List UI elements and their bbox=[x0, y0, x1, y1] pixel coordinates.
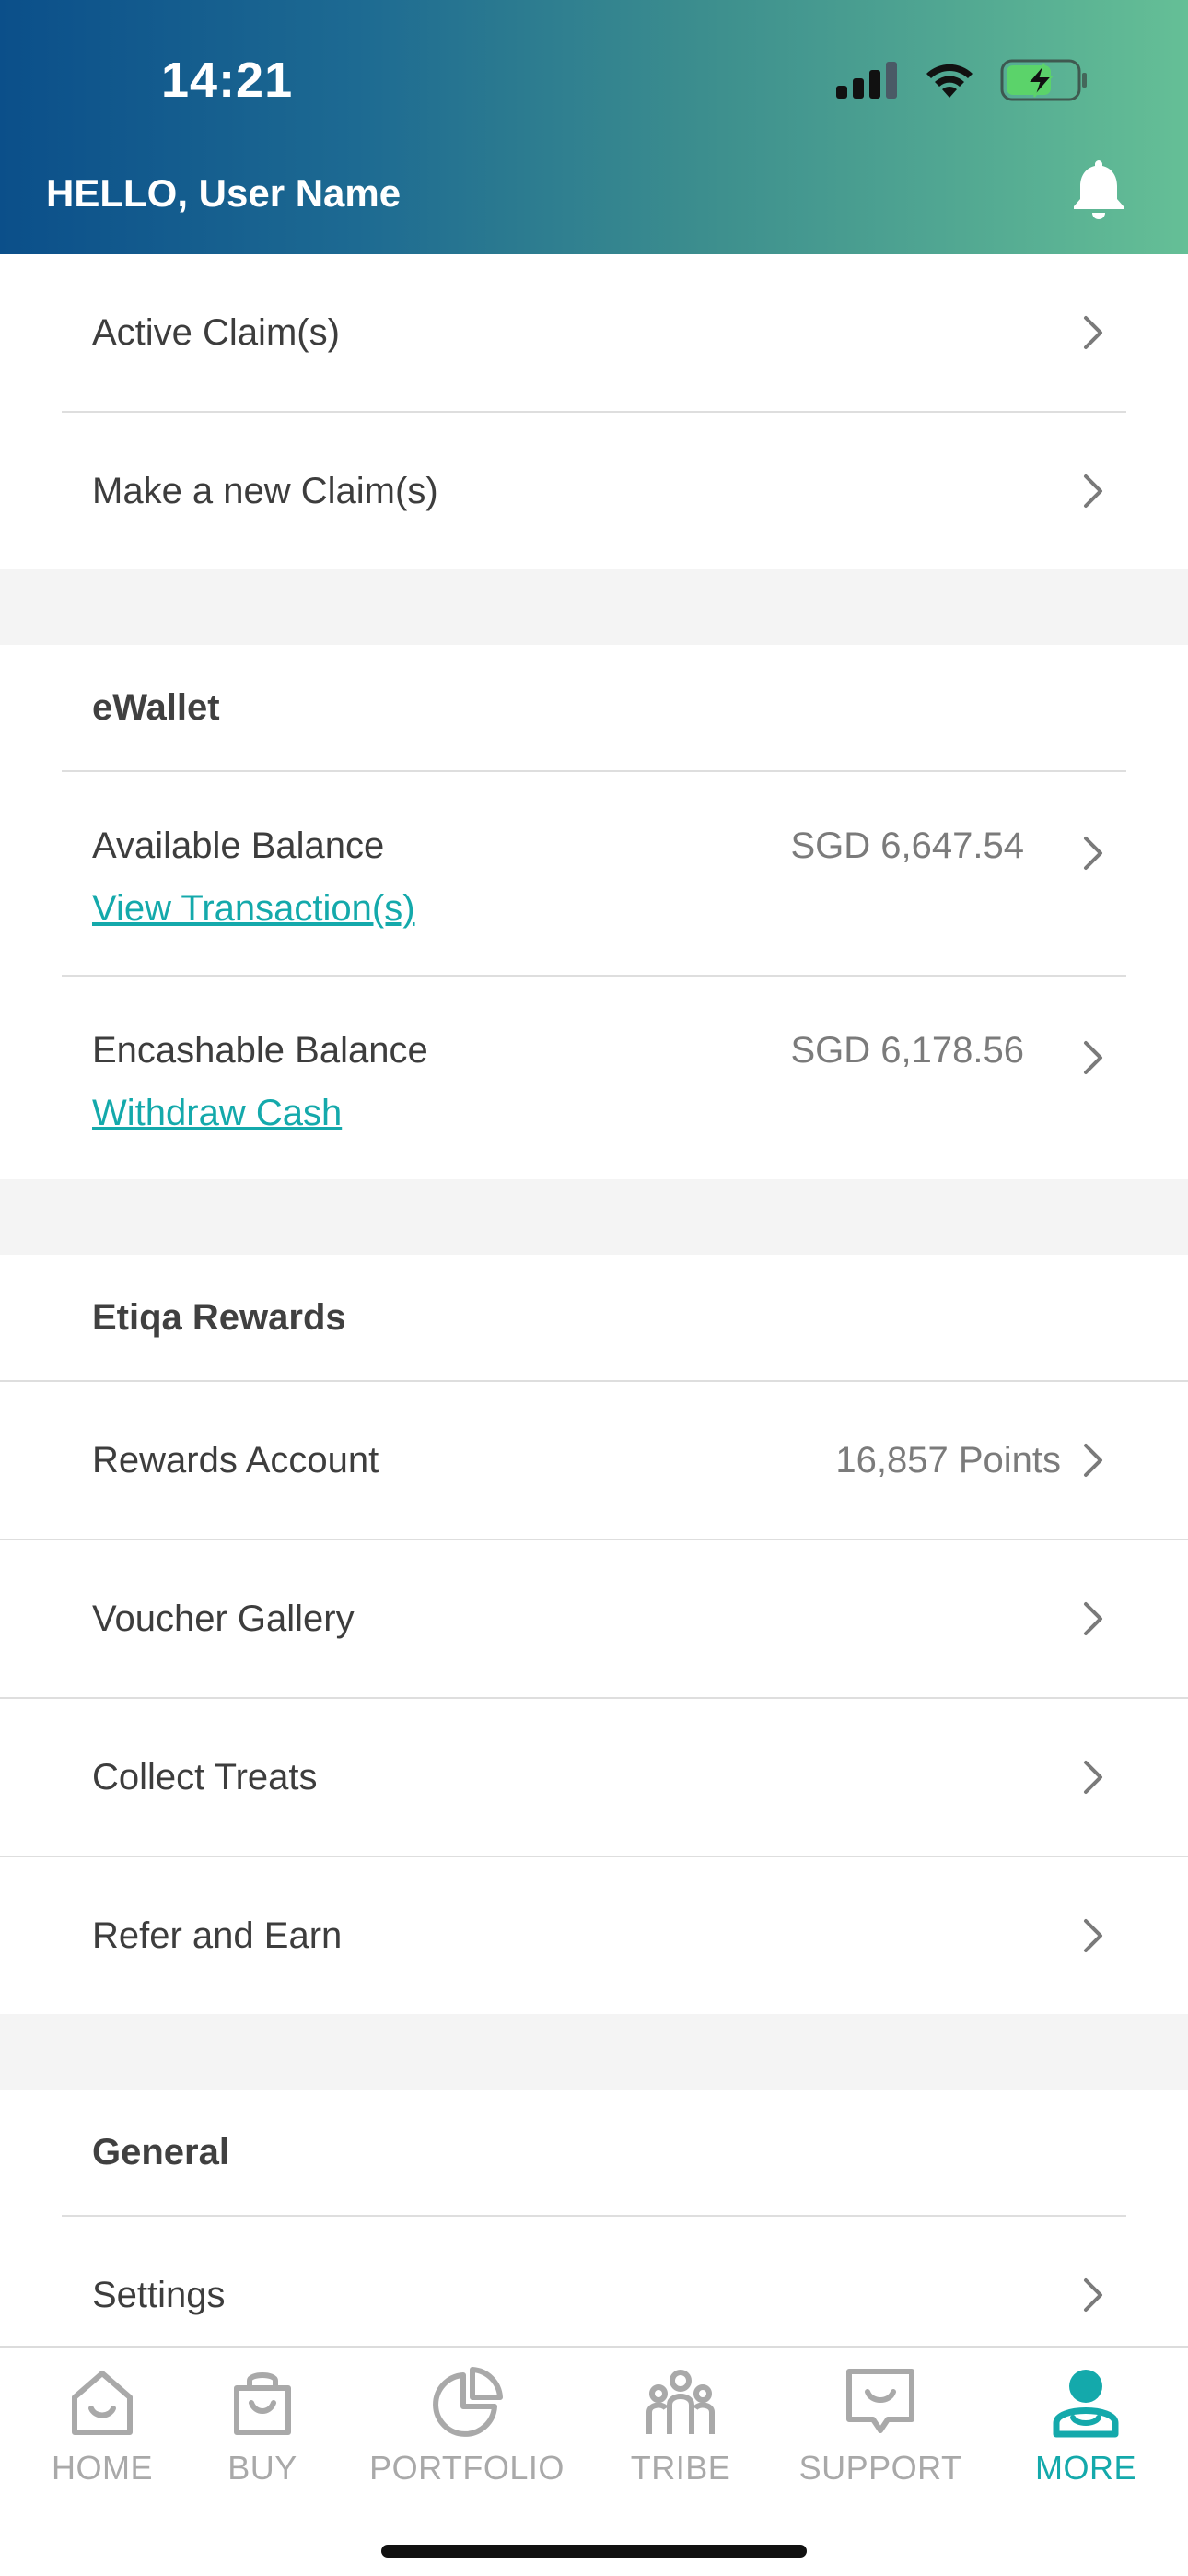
user-icon bbox=[1053, 2370, 1119, 2438]
available-balance-label: Available Balance bbox=[92, 825, 385, 866]
encashable-balance-value: SGD 6,178.56 bbox=[790, 1030, 1025, 1071]
rewards-section-title: Etiqa Rewards bbox=[0, 1255, 1188, 1380]
tab-portfolio-label: PORTFOLIO bbox=[369, 2449, 565, 2487]
available-balance-value: SGD 6,647.54 bbox=[790, 825, 1025, 866]
rewards-account-label: Rewards Account bbox=[92, 1439, 379, 1481]
status-time: 14:21 bbox=[161, 53, 294, 108]
wifi-icon bbox=[926, 64, 973, 98]
chevron-right-icon bbox=[1084, 316, 1102, 349]
chevron-right-icon bbox=[1084, 2278, 1102, 2312]
greeting-text: HELLO, User Name bbox=[46, 171, 402, 215]
general-title: General bbox=[92, 2131, 229, 2172]
pie-chart-icon bbox=[433, 2367, 503, 2437]
active-claims-row[interactable]: Active Claim(s) bbox=[0, 254, 1188, 411]
app-header: 14:21 HELLO, User Name bbox=[0, 0, 1188, 254]
encashable-balance-row[interactable]: Encashable Balance SGD 6,178.56 Withdraw… bbox=[0, 977, 1188, 1179]
available-balance-row[interactable]: Available Balance SGD 6,647.54 View Tran… bbox=[0, 772, 1188, 975]
section-gap bbox=[0, 2014, 1188, 2090]
new-claim-row[interactable]: Make a new Claim(s) bbox=[0, 413, 1188, 569]
view-transactions-link[interactable]: View Transaction(s) bbox=[92, 888, 415, 930]
general-section-title: General bbox=[0, 2090, 1188, 2215]
tab-home[interactable]: HOME bbox=[48, 2366, 157, 2488]
active-claims-label: Active Claim(s) bbox=[92, 311, 340, 353]
ewallet-section-title: eWallet bbox=[0, 645, 1188, 770]
tab-buy-label: BUY bbox=[227, 2449, 297, 2487]
withdraw-cash-link[interactable]: Withdraw Cash bbox=[92, 1093, 342, 1134]
collect-treats-label: Collect Treats bbox=[92, 1756, 318, 1797]
chevron-right-icon bbox=[1084, 474, 1102, 508]
home-indicator bbox=[381, 2545, 807, 2558]
rewards-points-value: 16,857 Points bbox=[835, 1439, 1061, 1481]
refer-earn-label: Refer and Earn bbox=[92, 1914, 343, 1956]
collect-treats-row[interactable]: Collect Treats bbox=[0, 1699, 1188, 1856]
new-claim-label: Make a new Claim(s) bbox=[92, 470, 438, 511]
voucher-gallery-label: Voucher Gallery bbox=[92, 1598, 355, 1639]
tab-tribe-label: TRIBE bbox=[630, 2449, 731, 2487]
chevron-right-icon bbox=[1084, 1919, 1102, 1952]
chevron-right-icon bbox=[1084, 1444, 1102, 1477]
battery-charging-icon bbox=[1000, 59, 1087, 101]
people-icon bbox=[646, 2370, 715, 2434]
bottom-tab-bar: HOME BUY PORTFOLIO TRIBE SUPPORT MORE bbox=[0, 2346, 1188, 2576]
more-menu: Active Claim(s) Make a new Claim(s) eWal… bbox=[0, 254, 1188, 2373]
refer-earn-row[interactable]: Refer and Earn bbox=[0, 1857, 1188, 2014]
status-icons bbox=[836, 57, 1089, 103]
tab-home-label: HOME bbox=[52, 2449, 153, 2487]
home-icon bbox=[72, 2371, 133, 2435]
chevron-right-icon bbox=[1084, 1761, 1102, 1794]
tab-buy[interactable]: BUY bbox=[221, 2366, 304, 2488]
tab-support-label: SUPPORT bbox=[798, 2449, 962, 2487]
voucher-gallery-row[interactable]: Voucher Gallery bbox=[0, 1540, 1188, 1697]
tab-tribe[interactable]: TRIBE bbox=[626, 2366, 735, 2488]
section-gap bbox=[0, 569, 1188, 645]
tab-more[interactable]: MORE bbox=[1031, 2366, 1140, 2488]
rewards-account-row[interactable]: Rewards Account 16,857 Points bbox=[0, 1382, 1188, 1539]
chevron-right-icon bbox=[1084, 837, 1102, 870]
chevron-right-icon bbox=[1084, 1602, 1102, 1635]
tab-more-label: MORE bbox=[1035, 2449, 1136, 2487]
tab-support[interactable]: SUPPORT bbox=[798, 2366, 963, 2488]
bell-icon[interactable] bbox=[1068, 157, 1129, 221]
ewallet-title: eWallet bbox=[92, 686, 220, 728]
chat-icon bbox=[846, 2369, 914, 2433]
settings-label: Settings bbox=[92, 2274, 226, 2315]
chevron-right-icon bbox=[1084, 1041, 1102, 1074]
rewards-title: Etiqa Rewards bbox=[92, 1296, 346, 1338]
section-gap bbox=[0, 1179, 1188, 1255]
signal-icon bbox=[836, 62, 897, 99]
tab-portfolio[interactable]: PORTFOLIO bbox=[369, 2366, 565, 2488]
shopping-bag-icon bbox=[234, 2372, 291, 2435]
encashable-balance-label: Encashable Balance bbox=[92, 1030, 428, 1071]
